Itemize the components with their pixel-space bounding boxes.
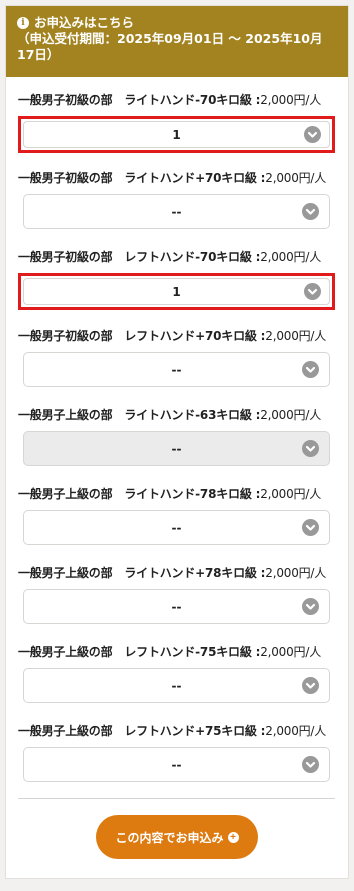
- label-separator: :: [256, 171, 266, 185]
- quantity-select[interactable]: 1: [18, 273, 335, 310]
- quantity-value: 1: [172, 127, 181, 142]
- category-name: レフトハンド-75キロ級: [124, 645, 252, 659]
- chevron-down-icon: [302, 677, 319, 694]
- label-separator: :: [251, 645, 261, 659]
- entry-item: 一般男子初級の部 ライトハンド+70キロ級 :2,000円/人 --: [18, 156, 335, 235]
- category-name: レフトハンド+75キロ級: [124, 724, 257, 738]
- category-name: レフトハンド-70キロ級: [124, 250, 252, 264]
- category-name: ライトハンド-78キロ級: [124, 487, 252, 501]
- quantity-select[interactable]: --: [23, 352, 330, 387]
- quantity-value: --: [171, 757, 182, 772]
- quantity-value: --: [171, 520, 182, 535]
- entry-item: 一般男子初級の部 レフトハンド+70キロ級 :2,000円/人 --: [18, 314, 335, 393]
- entry-price: 2,000円/人: [265, 724, 327, 738]
- entry-price: 2,000円/人: [265, 329, 327, 343]
- quantity-value: 1: [172, 284, 181, 299]
- submit-application-button[interactable]: この内容でお申込み +: [96, 815, 258, 859]
- chevron-down-icon: [302, 440, 319, 457]
- entry-item: 一般男子上級の部 ライトハンド+78キロ級 :2,000円/人 --: [18, 551, 335, 630]
- category-name: ライトハンド+78キロ級: [124, 566, 257, 580]
- label-separator: :: [256, 329, 266, 343]
- submit-label: この内容でお申込み: [115, 830, 224, 845]
- division-name: 一般男子上級の部: [18, 566, 113, 580]
- entry-label: 一般男子初級の部 ライトハンド+70キロ級 :2,000円/人: [18, 171, 335, 185]
- label-separator: :: [256, 724, 266, 738]
- entry-item: 一般男子上級の部 ライトハンド-63キロ級 :2,000円/人 --: [18, 393, 335, 472]
- category-name: ライトハンド-70キロ級: [124, 93, 252, 107]
- info-icon: i: [17, 17, 29, 29]
- chevron-down-icon: [304, 126, 321, 143]
- entry-list: 一般男子初級の部 ライトハンド-70キロ級 :2,000円/人 1 一般男子初級の部…: [6, 77, 348, 788]
- entry-label: 一般男子上級の部 ライトハンド-78キロ級 :2,000円/人: [18, 487, 335, 501]
- entry-item: 一般男子上級の部 レフトハンド-75キロ級 :2,000円/人 --: [18, 630, 335, 709]
- quantity-select[interactable]: 1: [18, 116, 335, 153]
- entry-price: 2,000円/人: [265, 566, 327, 580]
- quantity-select[interactable]: --: [23, 194, 330, 229]
- division-name: 一般男子上級の部: [18, 724, 113, 738]
- entry-price: 2,000円/人: [260, 487, 321, 501]
- category-name: ライトハンド+70キロ級: [124, 171, 257, 185]
- division-name: 一般男子初級の部: [18, 250, 113, 264]
- quantity-value: --: [171, 678, 182, 693]
- division-name: 一般男子初級の部: [18, 93, 113, 107]
- division-name: 一般男子初級の部: [18, 171, 113, 185]
- quantity-value: --: [171, 362, 182, 377]
- application-period: （申込受付期間：2025年09月01日 〜 2025年10月17日）: [17, 31, 323, 62]
- division-name: 一般男子上級の部: [18, 487, 113, 501]
- entry-label: 一般男子上級の部 ライトハンド-63キロ級 :2,000円/人: [18, 408, 335, 422]
- entry-label: 一般男子上級の部 レフトハンド+75キロ級 :2,000円/人: [18, 724, 335, 738]
- quantity-select[interactable]: --: [23, 589, 330, 624]
- label-separator: :: [251, 250, 261, 264]
- entry-price: 2,000円/人: [260, 250, 321, 264]
- division-name: 一般男子上級の部: [18, 408, 113, 422]
- chevron-down-icon: [302, 203, 319, 220]
- entry-label: 一般男子初級の部 レフトハンド+70キロ級 :2,000円/人: [18, 329, 335, 343]
- entry-price: 2,000円/人: [260, 645, 321, 659]
- category-name: レフトハンド+70キロ級: [124, 329, 257, 343]
- quantity-select[interactable]: --: [23, 510, 330, 545]
- chevron-down-icon: [302, 361, 319, 378]
- chevron-down-icon: [304, 283, 321, 300]
- quantity-select[interactable]: --: [23, 747, 330, 782]
- entry-label: 一般男子上級の部 ライトハンド+78キロ級 :2,000円/人: [18, 566, 335, 580]
- application-card: i お申込みはこちら （申込受付期間：2025年09月01日 〜 2025年10…: [5, 5, 349, 879]
- entry-item: 一般男子初級の部 レフトハンド-70キロ級 :2,000円/人 1: [18, 235, 335, 314]
- entry-price: 2,000円/人: [265, 171, 327, 185]
- chevron-down-icon: [302, 598, 319, 615]
- entry-item: 一般男子初級の部 ライトハンド-70キロ級 :2,000円/人 1: [18, 77, 335, 156]
- quantity-value: --: [171, 204, 182, 219]
- quantity-select: --: [23, 431, 330, 466]
- label-separator: :: [251, 93, 261, 107]
- header-title: お申込みはこちら: [34, 15, 135, 30]
- entry-label: 一般男子初級の部 ライトハンド-70キロ級 :2,000円/人: [18, 93, 335, 107]
- entry-label: 一般男子初級の部 レフトハンド-70キロ級 :2,000円/人: [18, 250, 335, 264]
- quantity-select[interactable]: --: [23, 668, 330, 703]
- quantity-value: --: [171, 599, 182, 614]
- category-name: ライトハンド-63キロ級: [124, 408, 252, 422]
- chevron-down-icon: [302, 756, 319, 773]
- division-name: 一般男子初級の部: [18, 329, 113, 343]
- label-separator: :: [256, 566, 266, 580]
- application-header: i お申込みはこちら （申込受付期間：2025年09月01日 〜 2025年10…: [6, 6, 348, 77]
- division-name: 一般男子上級の部: [18, 645, 113, 659]
- chevron-down-icon: [302, 519, 319, 536]
- quantity-value: --: [171, 441, 182, 456]
- entry-label: 一般男子上級の部 レフトハンド-75キロ級 :2,000円/人: [18, 645, 335, 659]
- entry-item: 一般男子上級の部 ライトハンド-78キロ級 :2,000円/人 --: [18, 472, 335, 551]
- entry-price: 2,000円/人: [260, 408, 321, 422]
- label-separator: :: [251, 487, 261, 501]
- entry-price: 2,000円/人: [260, 93, 321, 107]
- label-separator: :: [251, 408, 261, 422]
- entry-item: 一般男子上級の部 レフトハンド+75キロ級 :2,000円/人 --: [18, 709, 335, 788]
- plus-circle-icon: +: [227, 831, 239, 843]
